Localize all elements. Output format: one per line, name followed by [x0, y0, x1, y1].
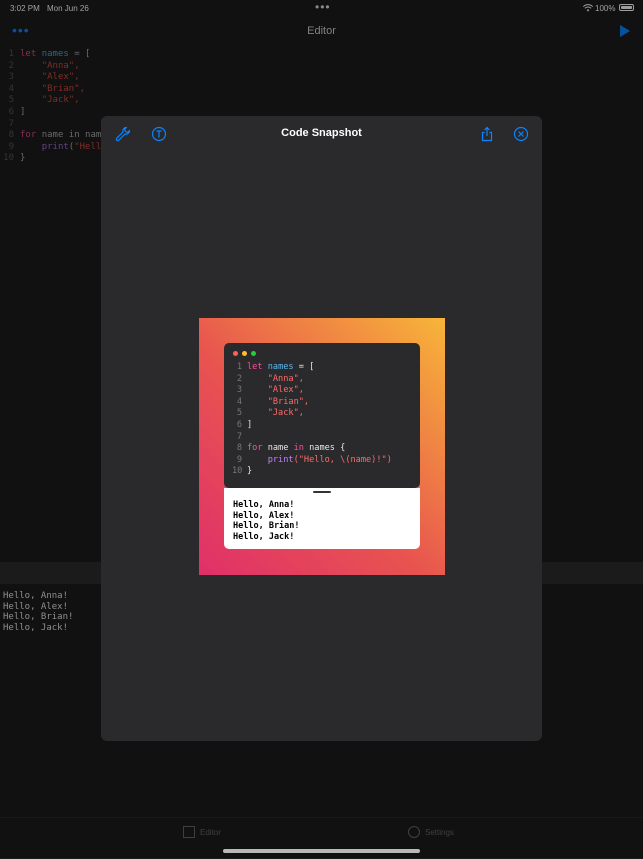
modal-header: Code Snapshot — [101, 116, 542, 154]
modal-title: Code Snapshot — [281, 127, 362, 139]
code-line: 7 — [236, 431, 242, 442]
snapshot-output: Hello, Anna! Hello, Alex! Hello, Brian! … — [233, 500, 300, 542]
zoom-dot-icon — [251, 351, 256, 356]
code-line: 2 "Anna", — [236, 373, 304, 384]
drag-handle — [313, 491, 331, 493]
home-indicator[interactable] — [223, 849, 420, 853]
output-line: Hello, Brian! — [233, 521, 300, 531]
code-line: 6] — [236, 419, 253, 430]
output-line: Hello, Alex! — [233, 510, 295, 521]
output-line: Hello, Anna! — [233, 500, 295, 510]
snapshot-code: 1 let names = [ 2 "Anna", 3 "Alex", 4 "Br… — [232, 362, 392, 478]
code-line: 10} — [232, 466, 253, 477]
minimize-dot-icon — [242, 351, 247, 356]
snapshot-code-window: 1 let names = [ 2 "Anna", 3 "Alex", 4 "Br… — [224, 343, 420, 488]
close-icon[interactable] — [513, 126, 529, 142]
code-snapshot-modal: Code Snapshot 1 let names = [ 2 "Anna", 3… — [101, 116, 542, 741]
share-icon[interactable] — [479, 126, 495, 142]
code-line: 1 let names = [ — [236, 362, 315, 372]
output-line: Hello, Jack! — [233, 531, 295, 542]
code-line: 8 for name in names { — [236, 443, 346, 454]
code-line: 4 "Brian", — [236, 396, 310, 407]
code-line: 5 "Jack", — [236, 408, 304, 419]
snapshot-output-card: Hello, Anna! Hello, Alex! Hello, Brian! … — [224, 488, 420, 549]
snapshot-preview: 1 let names = [ 2 "Anna", 3 "Alex", 4 "Br… — [199, 318, 445, 575]
code-line: 3 "Alex", — [236, 385, 304, 396]
close-dot-icon — [233, 351, 238, 356]
code-line: 9 print("Hello, \(name)!") — [236, 454, 392, 465]
